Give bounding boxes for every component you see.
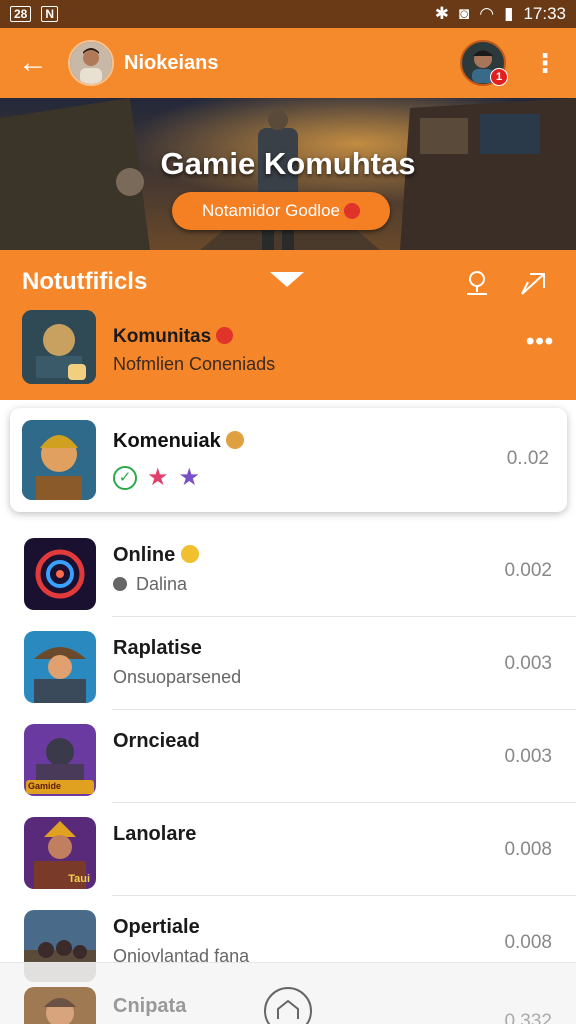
bluetooth-icon: ✱ — [434, 4, 449, 23]
home-icon[interactable] — [264, 987, 312, 1024]
devil-face-icon — [216, 327, 234, 344]
list-item-value: 0.002 — [504, 560, 552, 581]
more-vertical-icon[interactable]: ⋮ — [532, 50, 558, 76]
star-face-icon — [180, 545, 199, 563]
camera-icon: ◙ — [458, 4, 470, 23]
list-item-name[interactable]: Cnipata — [113, 995, 186, 1018]
featured-card[interactable]: Komenuiak ✓ ★ ★ 0..02 — [10, 408, 567, 512]
battery-icon: ▮ — [504, 4, 514, 23]
notifications-panel: Notutfificls Komunitas Nofmlien Coneniad… — [0, 250, 576, 400]
featured-value: 0..02 — [506, 448, 549, 469]
community-name[interactable]: Komunitas — [113, 326, 234, 348]
list-item-name: Lanolare — [113, 823, 197, 845]
friend-avatar[interactable]: 1 — [460, 40, 508, 86]
featured-name: Komenuiak — [113, 430, 245, 453]
community-name-label: Komunitas — [113, 326, 212, 347]
featured-thumbnail — [22, 420, 96, 500]
clock-icon — [113, 577, 127, 591]
list-item-thumbnail — [24, 538, 96, 610]
list-item-name: Opertiale — [113, 916, 200, 938]
app-bar: ← Niokeians 1 ⋮ — [0, 28, 576, 98]
featured-badges: ✓ ★ ★ — [113, 466, 200, 490]
bottom-bar: Cnipata 0.332 — [0, 962, 576, 1024]
list-item-thumbnail — [24, 631, 96, 703]
list-item-name: Raplatise — [113, 637, 202, 659]
wifi-icon: ◠ — [479, 4, 495, 23]
list-item[interactable]: Gamide Ornciead 0.003 — [0, 710, 576, 803]
back-arrow-icon[interactable]: ← — [18, 46, 54, 80]
list-item-name: Ornciead — [113, 730, 200, 752]
share-icon[interactable] — [518, 268, 550, 303]
more-horizontal-icon[interactable]: ••• — [526, 328, 554, 356]
list-item-value: 0.003 — [504, 653, 552, 674]
check-circle-icon: ✓ — [113, 466, 137, 490]
pink-star-icon: ★ — [147, 464, 169, 491]
list-item-name-label: Online — [113, 544, 176, 566]
banner: Gamie Komuhtas Notamidor Godloe — [0, 98, 576, 250]
community-list: Online Dalina 0.002 Raplatise Onsuoparse… — [0, 524, 576, 989]
list-item-thumbnail: Gamide — [24, 724, 96, 796]
angry-face-icon — [343, 203, 360, 219]
banner-title: Gamie Komuhtas — [160, 146, 416, 181]
list-item-value: 0.008 — [504, 839, 552, 860]
list-item-name: Online — [113, 544, 199, 567]
list-item-subtitle-label: Dalina — [136, 574, 188, 594]
list-item[interactable]: Raplatise Onsuoparsened 0.003 — [0, 617, 576, 710]
list-item[interactable]: Online Dalina 0.002 — [0, 524, 576, 617]
list-item-thumbnail-text: Taui — [68, 873, 90, 885]
status-time: 17:33 — [523, 4, 566, 23]
list-item-subtitle: Dalina — [113, 574, 187, 595]
status-bar: 28 N ✱ ◙ ◠ ▮ 17:33 — [0, 0, 576, 28]
chevron-down-icon[interactable] — [270, 272, 304, 287]
featured-name-label: Komenuiak — [113, 430, 221, 452]
list-item-value: 0.008 — [504, 932, 552, 953]
list-item[interactable]: Taui Lanolare 0.008 — [0, 803, 576, 896]
status-notification-box: 28 — [10, 6, 32, 22]
list-item-value: 0.003 — [504, 746, 552, 767]
list-item-thumbnail-text: Gamide — [28, 781, 62, 791]
banner-pill-button[interactable]: Notamidor Godloe — [172, 192, 390, 230]
purple-star-icon: ★ — [178, 464, 201, 491]
username[interactable]: Niokeians — [124, 52, 218, 75]
community-thumbnail[interactable] — [22, 310, 96, 384]
community-subtitle: Nofmlien Coneniads — [113, 354, 276, 374]
status-notification-box-2: N — [41, 6, 59, 22]
list-item-thumbnail: Taui — [24, 817, 96, 889]
notification-badge: 1 — [490, 68, 508, 86]
list-item-thumbnail — [24, 987, 96, 1024]
smiley-icon — [226, 431, 245, 449]
avatar[interactable] — [68, 40, 114, 86]
location-pin-icon[interactable] — [462, 268, 492, 303]
banner-pill-label: Notamidor Godloe — [202, 201, 340, 220]
list-item-subtitle: Onsuoparsened — [113, 667, 242, 687]
notifications-title: Notutfificls — [22, 268, 148, 295]
list-item-value: 0.332 — [504, 1011, 552, 1024]
